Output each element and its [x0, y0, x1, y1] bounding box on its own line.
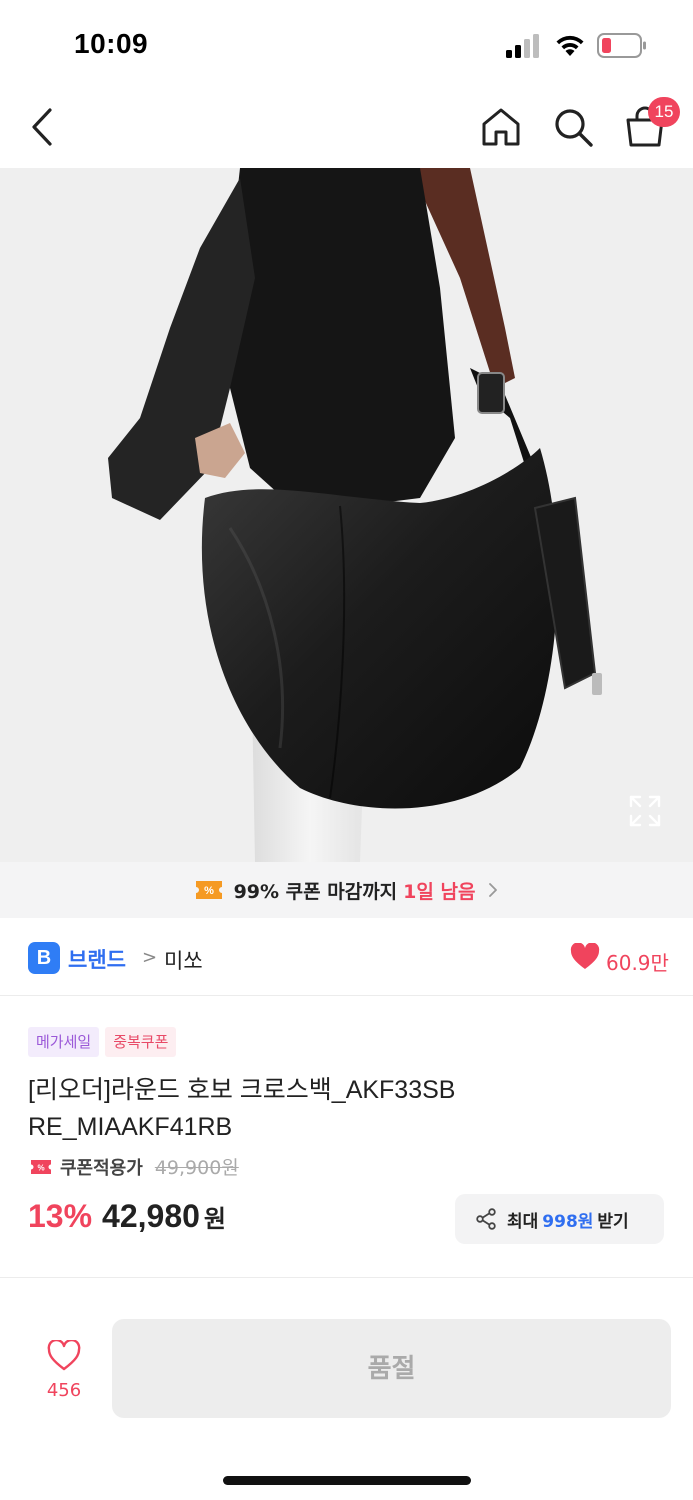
price-line: 13% 42,980 원: [28, 1198, 226, 1235]
top-nav-bar: [0, 90, 693, 168]
coupon-banner-text: 99% 쿠폰 마감까지: [233, 880, 398, 903]
product-image[interactable]: [0, 168, 693, 862]
expand-icon[interactable]: [628, 794, 662, 828]
coupon-remaining-text: 1일 남음: [403, 880, 476, 903]
brand-name-link[interactable]: 미쏘: [164, 945, 203, 975]
wifi-icon: [556, 35, 584, 56]
svg-text:%: %: [37, 1163, 44, 1172]
coupon-applied-label: 쿠폰적용가: [60, 1157, 143, 1179]
cellular-signal-icon: [506, 34, 539, 58]
share-suffix: 받기: [597, 1211, 629, 1232]
status-time: 10:09: [74, 28, 149, 59]
tag-duplicate-coupon: 중복쿠폰: [105, 1027, 177, 1057]
discount-rate: 13%: [28, 1198, 93, 1234]
wishlist-button[interactable]: 456: [34, 1340, 94, 1401]
status-bar: 10:09: [0, 0, 693, 90]
brand-badge-icon: B: [28, 942, 60, 974]
heart-outline-icon: [47, 1340, 81, 1371]
sale-price: 42,980: [102, 1198, 200, 1234]
share-icon: [476, 1208, 496, 1230]
original-price: 49,900원: [154, 1157, 239, 1179]
chevron-left-icon[interactable]: [26, 104, 60, 150]
promo-tags: 메가세일 중복쿠폰: [28, 1027, 177, 1057]
share-reward-amount: 998원: [542, 1211, 594, 1232]
battery-icon: [597, 33, 646, 58]
product-photo: [0, 168, 693, 862]
product-title: [리오더]라운드 호보 크로스백_AKF33SB RE_MIAAKF41RB: [28, 1076, 456, 1141]
coupon-ticket-icon: %: [31, 1159, 51, 1174]
brand-like-count: 60.9만: [606, 951, 669, 975]
coupon-ticket-icon: %: [195, 881, 222, 899]
home-indicator[interactable]: [223, 1476, 471, 1485]
brand-label[interactable]: 브랜드: [68, 944, 126, 974]
coupon-deadline-banner[interactable]: % 99% 쿠폰 마감까지 1일 남음: [0, 862, 693, 918]
coupon-price-line: % 쿠폰적용가 49,900원: [30, 1153, 239, 1180]
sold-out-button[interactable]: 품절: [112, 1319, 671, 1418]
chevron-right-icon: [489, 883, 498, 897]
currency-unit: 원: [203, 1205, 227, 1233]
divider: [0, 1277, 693, 1278]
brand-separator: >: [142, 947, 158, 968]
share-reward-button[interactable]: 최대 998원 받기: [455, 1194, 664, 1244]
wishlist-count: 456: [46, 1380, 82, 1401]
share-prefix: 최대: [507, 1211, 539, 1232]
tag-mega-sale: 메가세일: [28, 1027, 100, 1057]
heart-filled-icon[interactable]: [570, 943, 600, 971]
svg-text:%: %: [204, 885, 214, 897]
search-icon[interactable]: [550, 104, 596, 150]
cart-count-badge: 15: [648, 97, 680, 127]
home-icon[interactable]: [478, 104, 524, 150]
brand-row: B 브랜드 > 미쏘 60.9만: [0, 918, 693, 996]
